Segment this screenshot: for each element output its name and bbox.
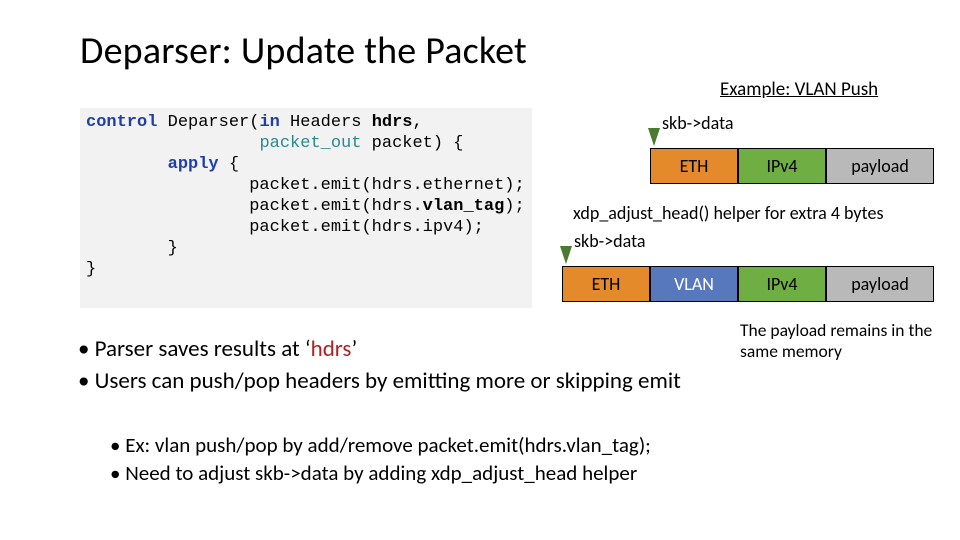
cell-vlan: VLAN xyxy=(650,266,738,302)
code-text: ); xyxy=(504,197,524,216)
bullet-hdrs: hdrs xyxy=(311,335,352,363)
sub-bullet-1: • Ex: vlan push/pop by add/remove packet… xyxy=(110,432,940,459)
code-text: Headers xyxy=(280,113,372,132)
packet-row-before: ETH IPv4 payload xyxy=(650,148,934,184)
xdp-helper-text: xdp_adjust_head() helper for extra 4 byt… xyxy=(573,202,883,224)
bullet-2: • Users can push/pop headers by emitting… xyxy=(78,366,718,396)
code-type-packetout: packet_out xyxy=(259,134,361,153)
code-line: } xyxy=(86,239,178,258)
code-vlan-tag: vlan_tag xyxy=(423,197,505,216)
code-indent xyxy=(86,134,259,153)
cell-eth: ETH xyxy=(562,266,650,302)
bullet-text: ’ xyxy=(351,335,357,363)
code-indent xyxy=(86,155,168,174)
arrow-down-icon xyxy=(560,246,572,264)
slide: Deparser: Update the Packet control Depa… xyxy=(0,0,960,540)
skb-data-label-2: skb->data xyxy=(574,230,646,252)
code-line: packet.emit(hdrs.ethernet); xyxy=(86,176,525,195)
code-text: { xyxy=(219,155,239,174)
example-heading: Example: VLAN Push xyxy=(720,78,878,101)
bullet-1: • Parser saves results at ‘hdrs’ xyxy=(78,334,357,364)
cell-ipv4: IPv4 xyxy=(738,148,826,184)
slide-title: Deparser: Update the Packet xyxy=(80,28,527,74)
arrow-down-icon xyxy=(648,128,660,146)
cell-ipv4: IPv4 xyxy=(738,266,826,302)
packet-row-after: ETH VLAN IPv4 payload xyxy=(562,266,934,302)
payload-note: The payload remains in the same memory xyxy=(740,320,940,362)
code-kw-in: in xyxy=(259,113,279,132)
code-text: Deparser( xyxy=(157,113,259,132)
code-hdrs: hdrs xyxy=(372,113,413,132)
code-text: packet) { xyxy=(361,134,463,153)
code-line: packet.emit(hdrs. xyxy=(86,197,423,216)
code-block: control Deparser(in Headers hdrs, packet… xyxy=(80,108,532,308)
cell-payload: payload xyxy=(826,266,934,302)
code-line: } xyxy=(86,260,96,279)
skb-data-label-1: skb->data xyxy=(662,112,734,134)
code-kw-control: control xyxy=(86,113,157,132)
code-text: , xyxy=(413,113,423,132)
bullet-text: • Parser saves results at ‘ xyxy=(78,335,311,363)
cell-eth: ETH xyxy=(650,148,738,184)
cell-payload: payload xyxy=(826,148,934,184)
code-line: packet.emit(hdrs.ipv4); xyxy=(86,218,484,237)
code-kw-apply: apply xyxy=(168,155,219,174)
sub-bullet-2: • Need to adjust skb->data by adding xdp… xyxy=(110,460,940,487)
